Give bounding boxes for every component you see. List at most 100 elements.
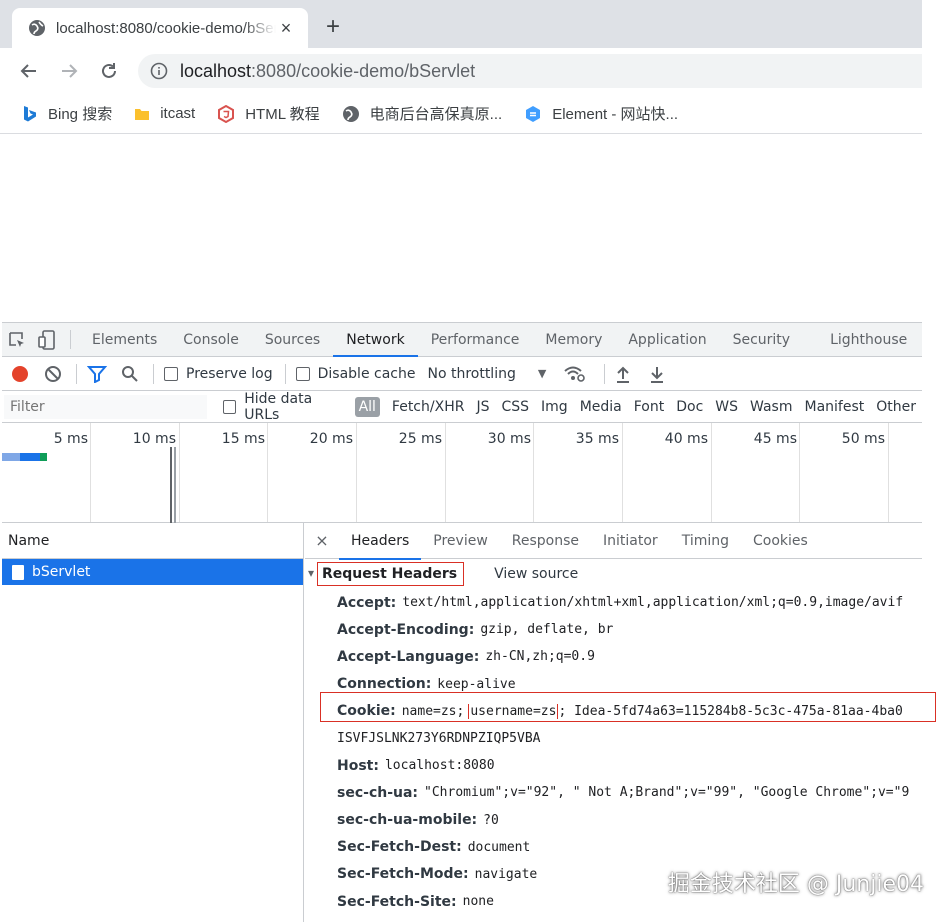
network-request-panel: Name bServlet × Headers Preview Response… (2, 523, 922, 922)
timeline-tick-label: 5 ms (53, 431, 88, 447)
network-overview-timeline[interactable]: 5 ms 10 ms 15 ms 20 ms 25 ms 30 ms 35 ms… (2, 423, 922, 523)
filter-type-fetch-xhr[interactable]: Fetch/XHR (386, 399, 471, 415)
browser-toolbar: localhost:8080/cookie-demo/bServlet (0, 48, 922, 94)
tab-console[interactable]: Console (170, 323, 252, 356)
tab-strip: localhost:8080/cookie-demo/bServlet × + (0, 0, 922, 48)
view-source-link[interactable]: View source (494, 566, 578, 582)
detail-tab-bar: × Headers Preview Response Initiator Tim… (305, 523, 922, 560)
search-button[interactable] (121, 365, 139, 383)
tab-response[interactable]: Response (500, 523, 591, 559)
throttling-select[interactable]: No throttling ▼ (427, 366, 546, 382)
filter-input[interactable] (4, 394, 207, 419)
disable-cache-label: Disable cache (317, 365, 416, 382)
tab-initiator[interactable]: Initiator (591, 523, 670, 559)
arrow-left-icon (20, 64, 36, 78)
tab-lighthouse[interactable]: Lighthouse (817, 323, 920, 356)
filter-type-css[interactable]: CSS (495, 399, 535, 415)
bing-icon (24, 105, 36, 121)
checkbox-box[interactable] (222, 399, 237, 414)
header-value: navigate (474, 866, 538, 882)
timeline-tick-label: 15 ms (221, 431, 265, 447)
preserve-log-checkbox[interactable]: Preserve log (164, 366, 273, 382)
tab-memory[interactable]: Memory (532, 323, 615, 356)
tab-application[interactable]: Application (615, 323, 719, 356)
tab-preview[interactable]: Preview (421, 523, 500, 559)
new-tab-button[interactable]: + (326, 14, 340, 40)
filter-type-manifest[interactable]: Manifest (798, 399, 870, 415)
timeline-gridline (533, 423, 534, 522)
timeline-gridline (356, 423, 357, 522)
bookmark-element[interactable]: Element - 网站快... (524, 103, 678, 124)
record-button[interactable] (12, 365, 28, 382)
divider (76, 363, 77, 384)
filter-toggle-button[interactable] (87, 365, 107, 383)
name-column-header[interactable]: Name (2, 523, 303, 559)
request-headers-toggle[interactable]: Request Headers (317, 562, 465, 586)
back-button[interactable] (16, 58, 42, 84)
header-value: text/html,application/xhtml+xml,applicat… (402, 595, 904, 611)
tab-headers[interactable]: Headers (339, 523, 422, 560)
timeline-gridline (90, 423, 91, 522)
header-value: keep-alive (437, 676, 516, 692)
tab-timing[interactable]: Timing (670, 523, 741, 559)
timeline-gridline (711, 423, 712, 522)
filter-type-all[interactable]: All (354, 396, 380, 417)
bookmarks-bar: Bing 搜索 itcast HTML 教程 电商后台高保真原... Eleme… (0, 94, 922, 134)
import-har-button[interactable] (615, 365, 631, 383)
chevron-down-icon: ▼ (537, 367, 547, 380)
bookmark-itcast[interactable]: itcast (134, 105, 195, 122)
checkbox-box[interactable] (295, 366, 310, 381)
hide-data-urls-checkbox[interactable]: Hide data URLs (222, 391, 349, 423)
request-row-bservlet[interactable]: bServlet (2, 559, 303, 585)
header-key: Host: (337, 757, 379, 774)
info-icon[interactable] (150, 62, 168, 80)
network-conditions-button[interactable] (564, 365, 586, 383)
header-value: ISVFJSLNK273Y6RDNPZIQP5VBA (337, 731, 541, 747)
filter-type-media[interactable]: Media (574, 399, 628, 415)
tab-network[interactable]: Network (333, 323, 419, 357)
filter-type-js[interactable]: JS (470, 399, 495, 415)
device-toolbar-button[interactable] (32, 323, 62, 356)
filter-type-doc[interactable]: Doc (670, 399, 709, 415)
tab-cookies[interactable]: Cookies (741, 523, 820, 559)
reload-button[interactable] (96, 58, 122, 84)
filter-icon (87, 365, 107, 383)
disable-cache-checkbox[interactable]: Disable cache (295, 365, 416, 382)
header-row-continued: ISVFJSLNK273Y6RDNPZIQP5VBA (305, 725, 922, 752)
filter-type-ws[interactable]: WS (709, 399, 744, 415)
request-headers-section: Request Headers View source (305, 559, 922, 589)
tab-sources[interactable]: Sources (252, 323, 333, 356)
bookmark-bing[interactable]: Bing 搜索 (22, 103, 112, 124)
header-key: sec-ch-ua: (337, 784, 419, 801)
device-icon (38, 329, 55, 350)
tab-performance[interactable]: Performance (418, 323, 533, 356)
close-details-icon[interactable]: × (305, 531, 339, 550)
header-key: sec-ch-ua-mobile: (337, 812, 478, 829)
export-har-button[interactable] (649, 365, 665, 383)
checkbox-box[interactable] (164, 366, 178, 381)
wifi-settings-icon (564, 366, 586, 382)
header-row-cookie: Cookie: name=zs; username=zs ; Idea-5fd7… (305, 698, 922, 725)
timeline-gridline (888, 423, 889, 522)
header-value: "Chromium";v="92", " Not A;Brand";v="99"… (424, 785, 910, 801)
tab-close-icon[interactable]: × (276, 18, 296, 39)
forward-button[interactable] (56, 58, 82, 84)
tab-security[interactable]: Security (720, 323, 804, 356)
filter-type-img[interactable]: Img (535, 399, 574, 415)
header-value: gzip, deflate, br (480, 622, 614, 638)
header-key: Connection: (337, 676, 432, 693)
filter-type-font[interactable]: Font (628, 399, 670, 415)
clear-button[interactable] (44, 365, 62, 383)
bookmark-ecommerce[interactable]: 电商后台高保真原... (342, 103, 502, 124)
tab-elements[interactable]: Elements (79, 323, 170, 356)
filter-type-wasm[interactable]: Wasm (744, 399, 798, 415)
html-tutorial-icon (218, 104, 235, 123)
header-row: Sec-Fetch-Dest: document (305, 834, 922, 861)
filter-type-other[interactable]: Other (870, 399, 922, 415)
inspect-element-button[interactable] (2, 323, 32, 356)
address-bar[interactable]: localhost:8080/cookie-demo/bServlet (138, 54, 922, 88)
url-host: localhost (180, 60, 252, 81)
browser-tab[interactable]: localhost:8080/cookie-demo/bServlet × (12, 8, 308, 48)
bookmark-html-tutorial[interactable]: HTML 教程 (217, 103, 320, 124)
throttling-value: No throttling (427, 365, 516, 382)
